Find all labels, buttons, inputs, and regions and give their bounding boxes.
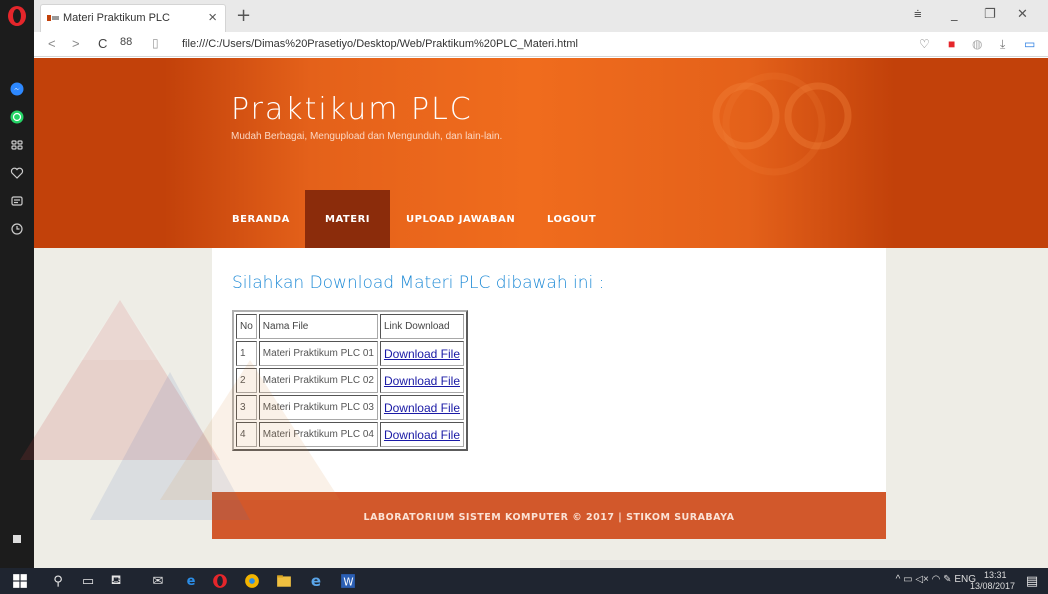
row-file-name: Materi Praktikum PLC 01: [258, 341, 378, 366]
main-nav: BERANDA MATERI UPLOAD JAWABAN LOGOUT: [34, 190, 1048, 248]
address-bar: < > C 88 ▯ file:///C:/Users/Dimas%20Pras…: [34, 32, 1048, 57]
history-clock-icon[interactable]: [8, 220, 26, 238]
page-favicon-icon: [47, 15, 59, 21]
back-icon[interactable]: <: [48, 36, 56, 51]
tray-battery-icon: ▭: [903, 574, 913, 585]
speed-dial-icon[interactable]: [8, 136, 26, 154]
reload-icon[interactable]: C: [98, 36, 107, 51]
task-view-icon[interactable]: ▭: [80, 573, 96, 589]
table-row: 4 Materi Praktikum PLC 04 Download File: [236, 422, 464, 447]
opera-taskbar-icon[interactable]: [212, 573, 228, 589]
row-file-name: Materi Praktikum PLC 03: [258, 395, 378, 420]
row-no: 4: [236, 422, 257, 447]
windows-start-icon[interactable]: [12, 573, 28, 589]
opera-logo-icon[interactable]: [8, 6, 26, 26]
clock-date[interactable]: 13/08/2017: [970, 581, 1015, 591]
tab-strip: Materi Praktikum PLC × + ⩧ _ ❐ ✕: [34, 0, 1048, 32]
nav-beranda[interactable]: BERANDA: [212, 190, 310, 248]
nav-materi[interactable]: MATERI: [305, 190, 390, 248]
restore-icon[interactable]: ❐: [984, 7, 996, 22]
edge-icon[interactable]: e: [183, 573, 199, 589]
store-icon[interactable]: ⛾: [108, 573, 124, 589]
site-header: Praktikum PLC Mudah Berbagai, Mengupload…: [34, 58, 1048, 248]
sidebar-toggle-icon[interactable]: [8, 530, 26, 548]
content-panel: Silahkan Download Materi PLC dibawah ini…: [212, 248, 886, 492]
download-file-link[interactable]: Download File: [384, 374, 460, 388]
nav-upload-jawaban[interactable]: UPLOAD JAWABAN: [386, 190, 535, 248]
site-title: Praktikum PLC: [231, 92, 473, 127]
tab-menu-icon[interactable]: ⩧: [914, 7, 922, 22]
row-no: 1: [236, 341, 257, 366]
site-footer: LABORATORIUM SISTEM KOMPUTER © 2017 | ST…: [212, 492, 886, 539]
system-tray[interactable]: ^ ▭ ◁× ◠ ✎ ENG: [896, 574, 976, 585]
url-field[interactable]: file:///C:/Users/Dimas%20Prasetiyo/Deskt…: [182, 38, 578, 50]
table-row: 2 Materi Praktikum PLC 02 Download File: [236, 368, 464, 393]
bookmarks-heart-icon[interactable]: [8, 164, 26, 182]
site-tagline: Mudah Berbagai, Mengupload dan Mengunduh…: [231, 131, 503, 142]
download-file-link[interactable]: Download File: [384, 428, 460, 442]
ad-blocker-icon[interactable]: ■: [948, 37, 955, 51]
tab-title: Materi Praktikum PLC: [63, 12, 170, 24]
forward-icon[interactable]: >: [72, 36, 80, 51]
row-no: 3: [236, 395, 257, 420]
download-icon[interactable]: ⤓: [1000, 37, 1005, 52]
table-row: 1 Materi Praktikum PLC 01 Download File: [236, 341, 464, 366]
page-viewport: Praktikum PLC Mudah Berbagai, Mengupload…: [34, 58, 1048, 568]
materi-table: No Nama File Link Download 1 Materi Prak…: [232, 310, 468, 451]
col-no-header: No: [236, 314, 257, 339]
tray-volume-icon[interactable]: ◁×: [915, 574, 929, 585]
download-file-link[interactable]: Download File: [384, 401, 460, 415]
tray-chevron-icon[interactable]: ^: [896, 574, 901, 585]
windows-taskbar: ⚲ ▭ ⛾ ✉ e e W ^ ▭ ◁× ◠ ✎ ENG 13:31 13/08…: [0, 568, 1048, 594]
svg-text:W: W: [343, 577, 353, 589]
tray-wifi-icon[interactable]: ◠: [932, 574, 941, 585]
nav-logout[interactable]: LOGOUT: [527, 190, 616, 248]
table-header-row: No Nama File Link Download: [236, 314, 464, 339]
row-file-name: Materi Praktikum PLC 02: [258, 368, 378, 393]
table-row: 3 Materi Praktikum PLC 03 Download File: [236, 395, 464, 420]
tray-pen-icon[interactable]: ✎: [943, 574, 951, 585]
file-explorer-icon[interactable]: [276, 573, 292, 589]
col-nama-file-header: Nama File: [258, 314, 378, 339]
news-icon[interactable]: [8, 192, 26, 210]
new-tab-icon[interactable]: +: [236, 5, 251, 26]
vpn-globe-icon[interactable]: ◍: [972, 37, 982, 51]
tab-close-icon[interactable]: ×: [208, 9, 217, 26]
opera-sidebar: [0, 0, 34, 568]
messenger-icon[interactable]: [8, 80, 26, 98]
close-window-icon[interactable]: ✕: [1017, 7, 1028, 22]
chrome-icon[interactable]: [244, 573, 260, 589]
tab-materi[interactable]: Materi Praktikum PLC ×: [40, 4, 226, 32]
internet-explorer-icon[interactable]: e: [308, 572, 324, 590]
content-heading: Silahkan Download Materi PLC dibawah ini…: [232, 273, 605, 293]
search-icon[interactable]: ⚲: [50, 573, 66, 589]
clock-time[interactable]: 13:31: [984, 570, 1007, 580]
col-link-download-header: Link Download: [379, 314, 464, 339]
download-file-link[interactable]: Download File: [384, 347, 460, 361]
action-center-icon[interactable]: ▤: [1024, 573, 1040, 589]
row-file-name: Materi Praktikum PLC 04: [258, 422, 378, 447]
speed-dial-button-icon[interactable]: 88: [120, 36, 132, 48]
whatsapp-icon[interactable]: [8, 108, 26, 126]
mail-icon[interactable]: ✉: [150, 573, 166, 589]
bookmark-heart-icon[interactable]: ♡: [919, 37, 930, 51]
row-no: 2: [236, 368, 257, 393]
word-icon[interactable]: W: [340, 573, 356, 589]
minimize-icon[interactable]: _: [951, 7, 958, 22]
file-page-icon: ▯: [152, 36, 159, 50]
battery-saver-icon[interactable]: ▭: [1024, 37, 1035, 51]
header-decoration: [712, 72, 852, 176]
